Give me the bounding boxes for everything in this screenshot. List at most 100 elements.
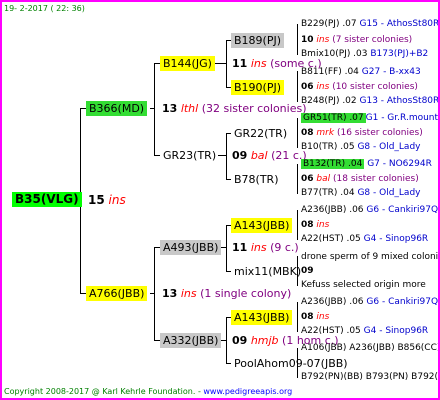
gr23-tag: bal — [250, 149, 268, 162]
footer-copyright: Copyright 2008-2017 @ Karl Kehrle Founda… — [4, 387, 196, 396]
b78-bot-label: B77(TR) .04 — [301, 188, 355, 198]
gr22-parent-bot: B10(TR) .05 G8 - Old_Lady — [301, 143, 421, 152]
b189-gen: 10 — [301, 35, 314, 45]
a143-parent-top: A236(JBB) .06 G6 - Cankiri97Q — [301, 206, 438, 215]
a143b-tag: ins — [316, 312, 330, 322]
root-gen: 15 — [88, 193, 105, 207]
b190-gen: 06 — [301, 82, 314, 92]
node-b190[interactable]: B190(PJ) — [231, 80, 285, 95]
a143b-top-label: A236(JBB) .06 — [301, 297, 364, 307]
a493-info: 11 ins (9 c.) — [232, 242, 299, 253]
poolahom-parent-top: A106(JBB) A236(JBB) B856(CC) — [301, 343, 440, 353]
a493-gen: 11 — [232, 241, 248, 254]
b189-parent-top: B229(PJ) .07 G15 - AthosSt80R — [301, 19, 440, 29]
root-tag: ins — [108, 193, 126, 207]
node-b144[interactable]: B144(JG) — [160, 56, 215, 71]
node-b78[interactable]: B78(TR) — [231, 172, 282, 187]
a493-note: (9 c.) — [270, 241, 299, 254]
a143-info: 08 ins — [301, 221, 329, 230]
connector — [297, 71, 298, 102]
gr22-tag: mrk — [316, 128, 335, 138]
footer: Copyright 2008-2017 @ Karl Kehrle Founda… — [4, 387, 293, 396]
b366-tag: lthl — [180, 102, 199, 115]
node-a493[interactable]: A493(JBB) — [160, 240, 222, 255]
node-a143-b[interactable]: A143(JBB) — [231, 310, 293, 325]
node-a766[interactable]: A766(JBB) — [86, 286, 148, 301]
a143b-gen: 08 — [301, 312, 314, 322]
b78-note: (18 sister colonies) — [333, 174, 419, 184]
b189-note: (7 sister colonies) — [332, 35, 413, 45]
b366-gen: 13 — [162, 102, 178, 115]
gr22-note: (16 sister colonies) — [336, 128, 423, 138]
a143-bot-label: A22(HST) .05 — [301, 234, 361, 244]
b189-parent-bot: Bmix10(PJ) .03 B173(PJ)+B2 — [301, 50, 428, 59]
node-b366[interactable]: B366(MD) — [86, 101, 148, 116]
a143-top-ref: G6 - Cankiri97Q — [366, 205, 439, 215]
header-date: 19- 2-2017 ( 22: 36) — [4, 4, 85, 13]
b189-top-label: B229(PJ) .07 — [301, 19, 357, 29]
gr22-gen: 08 — [301, 128, 314, 138]
b190-top-label: B811(FF) .04 — [301, 67, 359, 77]
b190-tag: ins — [316, 82, 330, 92]
gr23-gen: 09 — [232, 149, 248, 162]
a493-tag: ins — [250, 241, 267, 254]
b189-info: 10 ins (7 sister colonies) — [301, 36, 412, 45]
a766-note: (1 single colony) — [200, 287, 292, 300]
a332-gen: 09 — [232, 334, 248, 347]
b78-parent-top: B132(TR) .04 G7 - NO6294R — [301, 159, 432, 169]
b78-parent-bot: B77(TR) .04 G8 - Old_Lady — [301, 189, 421, 198]
connector — [154, 63, 155, 155]
a143b-info: 08 ins — [301, 313, 329, 322]
a143b-bot-label: A22(HST) .05 — [301, 326, 361, 336]
connector — [214, 63, 227, 64]
a766-info: 13 ins (1 single colony) — [162, 288, 291, 299]
a143-bot-ref: G4 - Sinop96R — [363, 234, 429, 244]
a143b-parent-top: A236(JBB) .06 G6 - Cankiri97Q — [301, 298, 438, 307]
b190-bot-label: B248(PJ) .02 — [301, 96, 357, 106]
gr22-top-ref: G1 - Gr.R.mounta — [365, 113, 440, 123]
root-gen-line: 15 ins — [88, 194, 126, 206]
b366-note: (32 sister colonies) — [201, 102, 307, 115]
a143b-top-ref: G6 - Cankiri97Q — [366, 297, 439, 307]
node-gr22[interactable]: GR22(TR) — [231, 126, 290, 141]
footer-url[interactable]: www.pedigreeapis.org — [203, 387, 292, 396]
b190-parent-top: B811(FF) .04 G27 - B-xx43 — [301, 68, 421, 77]
connector — [297, 302, 298, 332]
node-a143[interactable]: A143(JBB) — [231, 218, 293, 233]
b78-info: 06 bal (18 sister colonies) — [301, 175, 419, 184]
node-a332[interactable]: A332(JBB) — [160, 333, 222, 348]
a766-gen: 13 — [162, 287, 178, 300]
a143-parent-bot: A22(HST) .05 G4 - Sinop96R — [301, 235, 428, 244]
root-node[interactable]: B35(VLG) — [12, 192, 82, 207]
a766-tag: ins — [180, 287, 197, 300]
connector — [297, 210, 298, 240]
a143-top-label: A236(JBB) .06 — [301, 205, 364, 215]
b190-note: (10 sister colonies) — [332, 82, 418, 92]
b189-bot-label: Bmix10(PJ) .03 — [301, 49, 368, 59]
b144-tag: ins — [250, 57, 267, 70]
node-gr23[interactable]: GR23(TR) — [160, 148, 219, 163]
pedigree-frame: { "header": "19- 2-2017 ( 22: 36)", "foo… — [0, 0, 440, 400]
mix11-parent-top: drone sperm of 9 mixed colonies — [301, 252, 440, 262]
b190-info: 06 ins (10 sister colonies) — [301, 83, 418, 92]
b78-bot-ref: G8 - Old_Lady — [357, 188, 421, 198]
b144-gen: 11 — [232, 57, 248, 70]
node-poolahom[interactable]: PoolAhom09-07(JBB) — [231, 356, 351, 371]
b78-tag: bal — [316, 174, 331, 184]
b189-tag: ins — [316, 35, 330, 45]
a143b-bot-ref: G4 - Sinop96R — [363, 326, 429, 336]
node-mix11[interactable]: mix11(MBK) — [231, 264, 304, 279]
connector — [226, 225, 227, 271]
gr22-top-label: GR51(TR) .07 — [301, 113, 366, 123]
a143-gen: 08 — [301, 220, 314, 230]
node-b189[interactable]: B189(PJ) — [231, 33, 285, 48]
connector — [297, 24, 298, 55]
b78-top-label: B132(TR) .04 — [301, 159, 365, 169]
b366-info: 13 lthl (32 sister colonies) — [162, 103, 307, 114]
gr22-bot-label: B10(TR) .05 — [301, 142, 355, 152]
connector — [218, 155, 227, 156]
b189-top-ref: G15 - AthosSt80R — [359, 19, 440, 29]
b78-top-ref: G7 - NO6294R — [367, 159, 432, 169]
connector — [297, 164, 298, 194]
gr22-bot-ref: G8 - Old_Lady — [357, 142, 421, 152]
